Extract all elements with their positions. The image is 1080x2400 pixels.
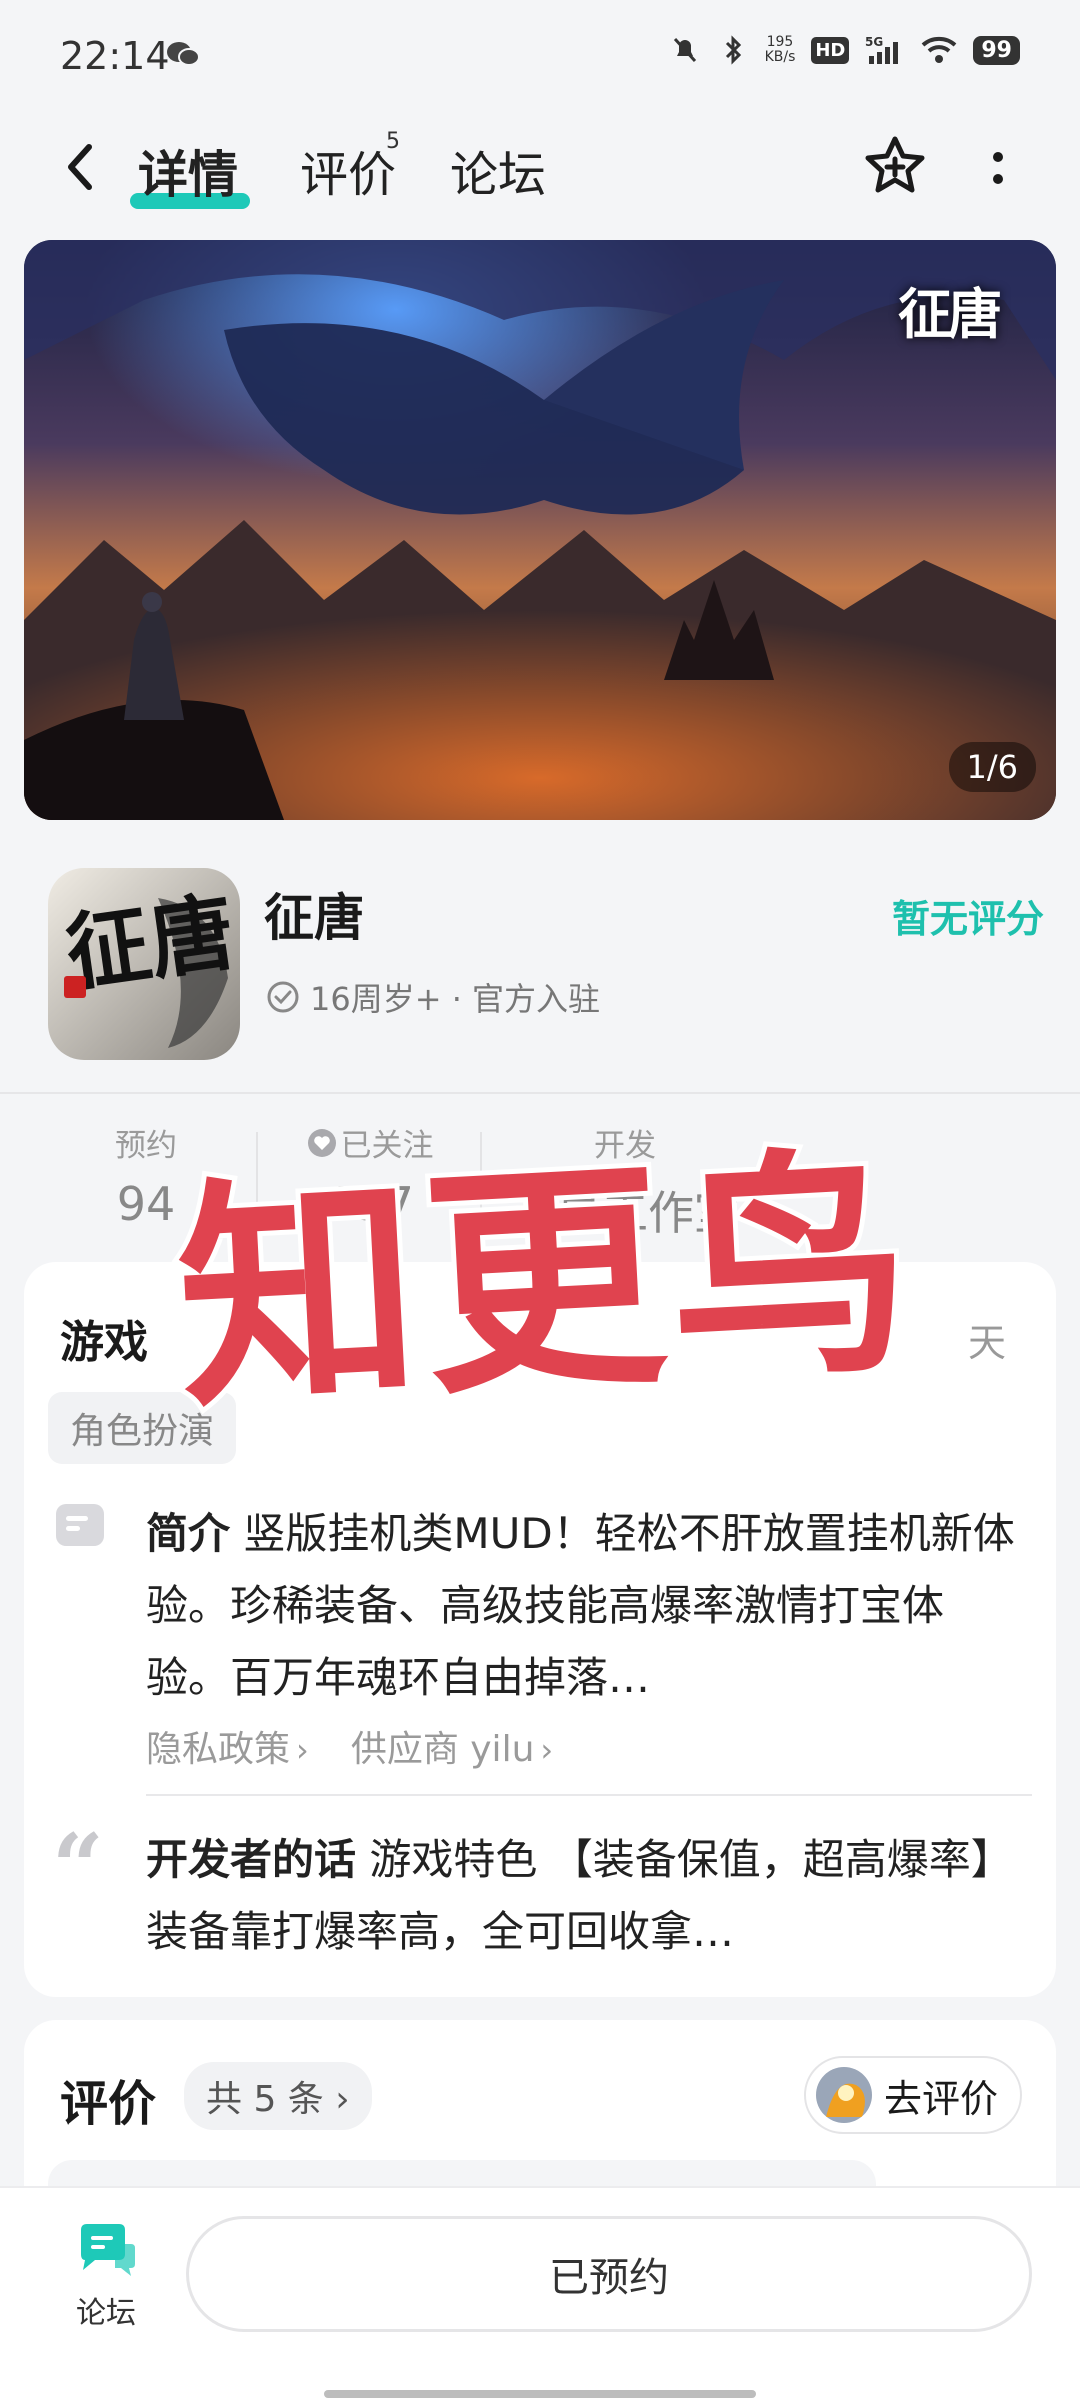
mute-bell-icon [673, 37, 696, 63]
forum-label: 论坛 [76, 2296, 136, 2331]
app-icon: 征唐 [48, 868, 240, 1060]
more-icon[interactable] [978, 143, 1018, 193]
rating-status: 暂无评分 [891, 897, 1044, 941]
svg-text:5G: 5G [865, 35, 883, 49]
chevron-right-icon: › [540, 1731, 554, 1769]
chevron-right-icon: › [335, 2079, 350, 2120]
app-meta-text: 16周岁+ · 官方入驻 [310, 980, 601, 1018]
tab-review-badge: 5 [386, 129, 400, 154]
avatar [815, 2067, 872, 2123]
chevron-right-icon: › [296, 1731, 309, 1769]
banner-counter: 1/6 [948, 742, 1036, 792]
check-circle-icon [267, 981, 299, 1013]
battery-icon: 99 [973, 35, 1020, 65]
write-review-label: 去评价 [883, 2076, 998, 2121]
privacy-policy-link[interactable]: 隐私政策 › [146, 1720, 309, 1772]
tab-forum[interactable]: 论坛 [450, 135, 546, 205]
status-icons: 195 KB/s HD 5G 99 [669, 34, 1020, 66]
banner-logo: 征唐 [898, 282, 1002, 346]
forum-icon [81, 2224, 135, 2276]
intro-text[interactable]: 简介 竖版挂机类MUD！轻松不肝放置挂机新体验。珍稀装备、高级技能高爆率激情打宝… [146, 1498, 1026, 1714]
status-bar: 22:14 195 KB/s HD 5G 99 [0, 0, 1080, 110]
divider [146, 1794, 1032, 1796]
supplier-link[interactable]: 供应商 yilu › [351, 1720, 553, 1772]
reviews-title: 评价 [60, 2076, 157, 2132]
forum-tab[interactable]: 论坛 [66, 2222, 146, 2332]
supplier-label: 供应商 yilu [350, 1729, 535, 1770]
net-speed: 195 KB/s [765, 35, 796, 65]
back-icon[interactable] [55, 137, 105, 197]
tab-detail[interactable]: 详情 [138, 135, 238, 207]
game-banner[interactable]: 征唐 1/6 [24, 240, 1056, 820]
reviews-count: 共 5 条 [206, 2079, 324, 2120]
top-nav: 详情 评价 5 论坛 [0, 115, 1080, 225]
divider [0, 1092, 1080, 1094]
net-speed-unit: KB/s [764, 49, 796, 65]
bottom-action-bar: 论坛 已预约 [0, 2186, 1080, 2400]
intro-body: 竖版挂机类MUD！轻松不肝放置挂机新体验。珍稀装备、高级技能高爆率激情打宝体验。… [146, 1509, 1015, 1702]
stat-label: 预约 [115, 1128, 177, 1164]
intro-label: 简介 [146, 1509, 231, 1558]
tab-review[interactable]: 评价 [300, 135, 396, 205]
section-tail: 天 [967, 1321, 1006, 1365]
net-speed-value: 195 [766, 34, 794, 50]
quote-icon: “ [52, 1814, 104, 1920]
developer-note-label: 开发者的话 [146, 1835, 357, 1884]
app-name: 征唐 [264, 889, 364, 947]
write-review-button[interactable]: 去评价 [803, 2056, 1022, 2134]
section-title: 游戏 [60, 1317, 148, 1368]
home-indicator[interactable] [324, 2390, 756, 2398]
wifi-icon [922, 36, 957, 63]
hd-badge: HD [811, 36, 850, 64]
reviews-count-button[interactable]: 共 5 条 › [184, 2062, 372, 2130]
status-time: 22:14 [60, 34, 170, 78]
wechat-icon [167, 42, 200, 66]
reserved-button[interactable]: 已预约 [186, 2216, 1032, 2332]
bluetooth-icon [725, 35, 741, 65]
privacy-policy-label: 隐私政策 [146, 1729, 291, 1770]
watermark: 知更鸟 [166, 1118, 928, 1446]
app-meta: 16周岁+ · 官方入驻 [266, 974, 600, 1020]
signal-icon: 5G [865, 35, 899, 64]
developer-note[interactable]: 开发者的话 游戏特色 【装备保值，超高爆率】 装备靠打爆率高，全可回收拿… [146, 1824, 1026, 1968]
star-plus-icon[interactable] [862, 133, 928, 199]
policy-links: 隐私政策 › 供应商 yilu › [146, 1720, 553, 1772]
document-icon [56, 1504, 104, 1546]
